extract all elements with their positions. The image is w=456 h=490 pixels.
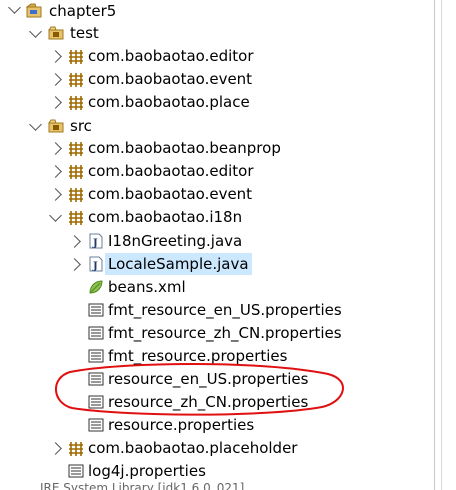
annotation-ellipse — [55, 363, 344, 416]
